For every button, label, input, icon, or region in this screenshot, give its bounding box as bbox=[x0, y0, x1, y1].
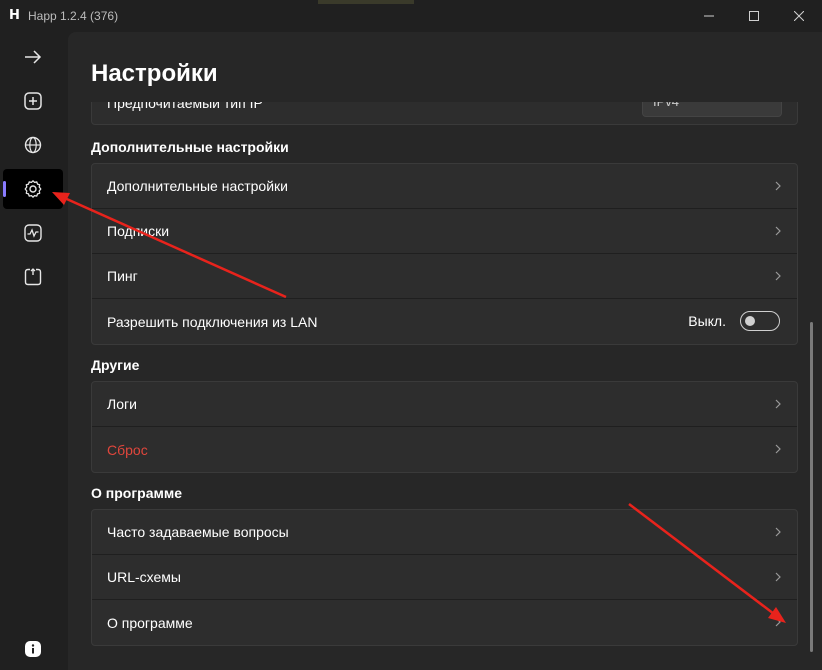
sidebar bbox=[0, 32, 68, 670]
row-label: Подписки bbox=[107, 223, 170, 239]
row-label: Часто задаваемые вопросы bbox=[107, 524, 289, 540]
row-label: Дополнительные настройки bbox=[107, 178, 288, 194]
title-bar-decoration bbox=[318, 0, 414, 4]
sidebar-item-settings[interactable] bbox=[3, 169, 63, 209]
sidebar-item-connect[interactable] bbox=[3, 37, 63, 77]
page-title: Настройки bbox=[91, 60, 218, 87]
settings-content[interactable]: Предпочитаемый тип IP IPv4 Настройки Доп… bbox=[68, 32, 822, 670]
row-label: Сброс bbox=[107, 441, 148, 458]
minimize-icon bbox=[704, 15, 714, 17]
section-title-about: О программе bbox=[91, 485, 183, 501]
chevron-right-icon bbox=[775, 399, 781, 409]
row-logs[interactable]: Логи bbox=[92, 382, 797, 427]
section-title-advanced: Дополнительные настройки bbox=[91, 139, 289, 155]
row-allow-lan: Разрешить подключения из LAN Выкл. bbox=[92, 299, 797, 344]
arrow-right-icon bbox=[25, 50, 42, 64]
allow-lan-toggle[interactable] bbox=[740, 311, 780, 331]
other-settings-card: Логи Сброс bbox=[91, 381, 798, 473]
sidebar-item-info[interactable] bbox=[3, 629, 63, 669]
chevron-right-icon bbox=[775, 271, 781, 281]
chevron-right-icon bbox=[775, 444, 781, 454]
close-icon bbox=[794, 11, 804, 21]
chevron-right-icon bbox=[775, 226, 781, 236]
row-label: О программе bbox=[107, 614, 193, 631]
toggle-state-label: Выкл. bbox=[688, 313, 726, 329]
maximize-button[interactable] bbox=[731, 0, 777, 32]
activity-icon bbox=[24, 224, 42, 242]
row-label: URL-схемы bbox=[107, 569, 181, 585]
section-title-other: Другие bbox=[91, 357, 140, 373]
toggle-knob bbox=[745, 316, 755, 326]
minimize-button[interactable] bbox=[686, 0, 732, 32]
row-advanced-settings[interactable]: Дополнительные настройки bbox=[92, 164, 797, 209]
row-label: Разрешить подключения из LAN bbox=[107, 313, 318, 330]
add-square-icon bbox=[24, 92, 42, 110]
sidebar-item-statistics[interactable] bbox=[3, 213, 63, 253]
chevron-right-icon bbox=[775, 617, 781, 627]
sidebar-item-add[interactable] bbox=[3, 81, 63, 121]
window-title: Happ 1.2.4 (376) bbox=[28, 9, 119, 23]
sidebar-item-servers[interactable] bbox=[3, 125, 63, 165]
advanced-settings-card: Дополнительные настройки Подписки Пинг Р… bbox=[91, 163, 798, 345]
chevron-right-icon bbox=[775, 181, 781, 191]
sidebar-item-import[interactable] bbox=[3, 257, 63, 297]
row-label: Логи bbox=[107, 396, 137, 412]
row-reset[interactable]: Сброс bbox=[92, 427, 797, 472]
chevron-right-icon bbox=[775, 572, 781, 582]
scrollbar[interactable] bbox=[810, 322, 813, 652]
title-bar: H Happ 1.2.4 (376) bbox=[0, 0, 822, 32]
info-icon bbox=[25, 641, 41, 657]
active-indicator bbox=[3, 181, 6, 197]
row-subscriptions[interactable]: Подписки bbox=[92, 209, 797, 254]
row-ping[interactable]: Пинг bbox=[92, 254, 797, 299]
globe-icon bbox=[24, 136, 42, 154]
about-card: Часто задаваемые вопросы URL-схемы О про… bbox=[91, 509, 798, 646]
gear-icon bbox=[24, 180, 42, 198]
close-button[interactable] bbox=[776, 0, 822, 32]
chevron-right-icon bbox=[775, 527, 781, 537]
maximize-icon bbox=[749, 11, 759, 21]
row-label: Пинг bbox=[107, 268, 138, 284]
page-header: Настройки bbox=[68, 32, 822, 102]
import-icon bbox=[24, 268, 42, 286]
row-faq[interactable]: Часто задаваемые вопросы bbox=[92, 510, 797, 555]
app-logo: H bbox=[9, 8, 20, 23]
row-url-schemes[interactable]: URL-схемы bbox=[92, 555, 797, 600]
row-about[interactable]: О программе bbox=[92, 600, 797, 645]
